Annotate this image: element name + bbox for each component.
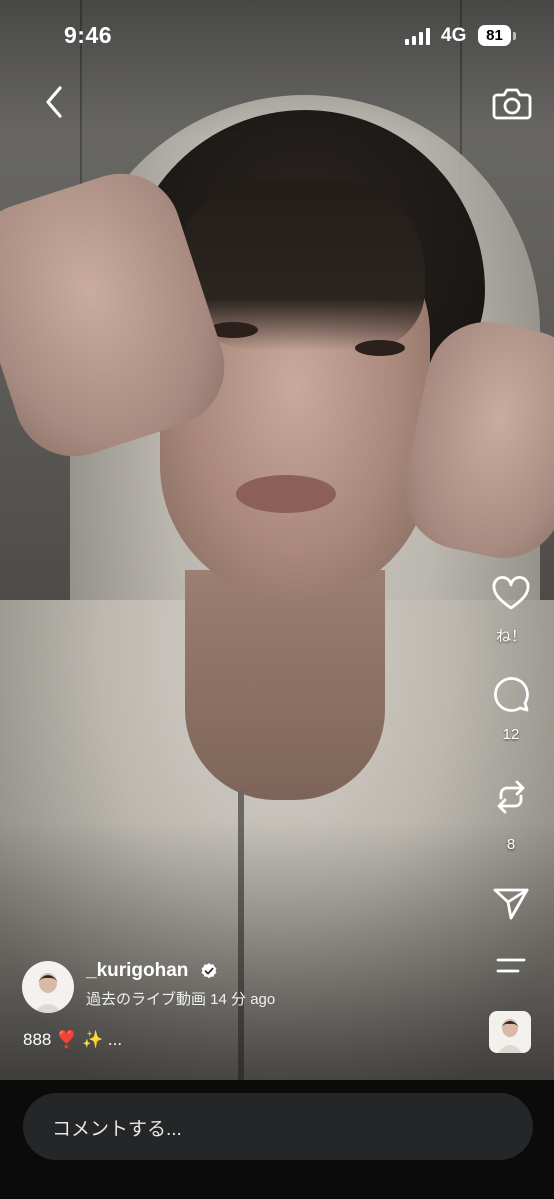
paper-plane-icon xyxy=(493,888,529,920)
eye xyxy=(355,340,405,356)
network-type: 4G xyxy=(441,25,467,46)
verified-badge xyxy=(200,962,218,980)
like-label: ね！ xyxy=(495,628,526,645)
top-shade xyxy=(0,0,554,140)
repost-button[interactable] xyxy=(490,776,532,818)
battery-tip xyxy=(513,32,516,40)
battery-level: 81 xyxy=(486,27,503,44)
repost-arrows-icon xyxy=(497,780,525,814)
more-options-button[interactable] xyxy=(490,945,532,987)
heart-icon xyxy=(492,576,530,610)
chevron-left-icon xyxy=(46,86,62,118)
lips xyxy=(236,475,336,513)
comment-button[interactable] xyxy=(490,673,532,715)
like-button[interactable] xyxy=(490,573,532,615)
status-time: 9:46 xyxy=(64,22,113,48)
speech-bubble-icon xyxy=(494,677,529,712)
post-caption[interactable]: 888 ❣️ ✨ ... xyxy=(23,1030,122,1050)
audio-thumbnail[interactable] xyxy=(489,1011,531,1053)
live-video-frame[interactable] xyxy=(0,0,554,1080)
neck xyxy=(185,570,385,800)
avatar-image xyxy=(34,973,62,1013)
camera-button[interactable] xyxy=(491,82,533,124)
share-button[interactable] xyxy=(490,882,532,924)
battery-icon: 81 xyxy=(478,25,511,46)
verified-badge-icon xyxy=(201,963,217,979)
post-subtitle: 過去のライブ動画 14 分 ago xyxy=(86,991,276,1008)
comment-placeholder[interactable]: コメントする... xyxy=(52,1114,182,1141)
comment-count: 12 xyxy=(502,726,520,743)
avatar-image xyxy=(498,1019,522,1053)
repost-count: 8 xyxy=(506,836,516,853)
camera-icon xyxy=(492,88,532,120)
back-button[interactable] xyxy=(36,82,76,122)
username[interactable]: _kurigohan xyxy=(86,960,188,982)
signal-icon xyxy=(405,28,430,45)
avatar[interactable] xyxy=(22,961,74,1013)
menu-lines-icon xyxy=(496,958,526,973)
